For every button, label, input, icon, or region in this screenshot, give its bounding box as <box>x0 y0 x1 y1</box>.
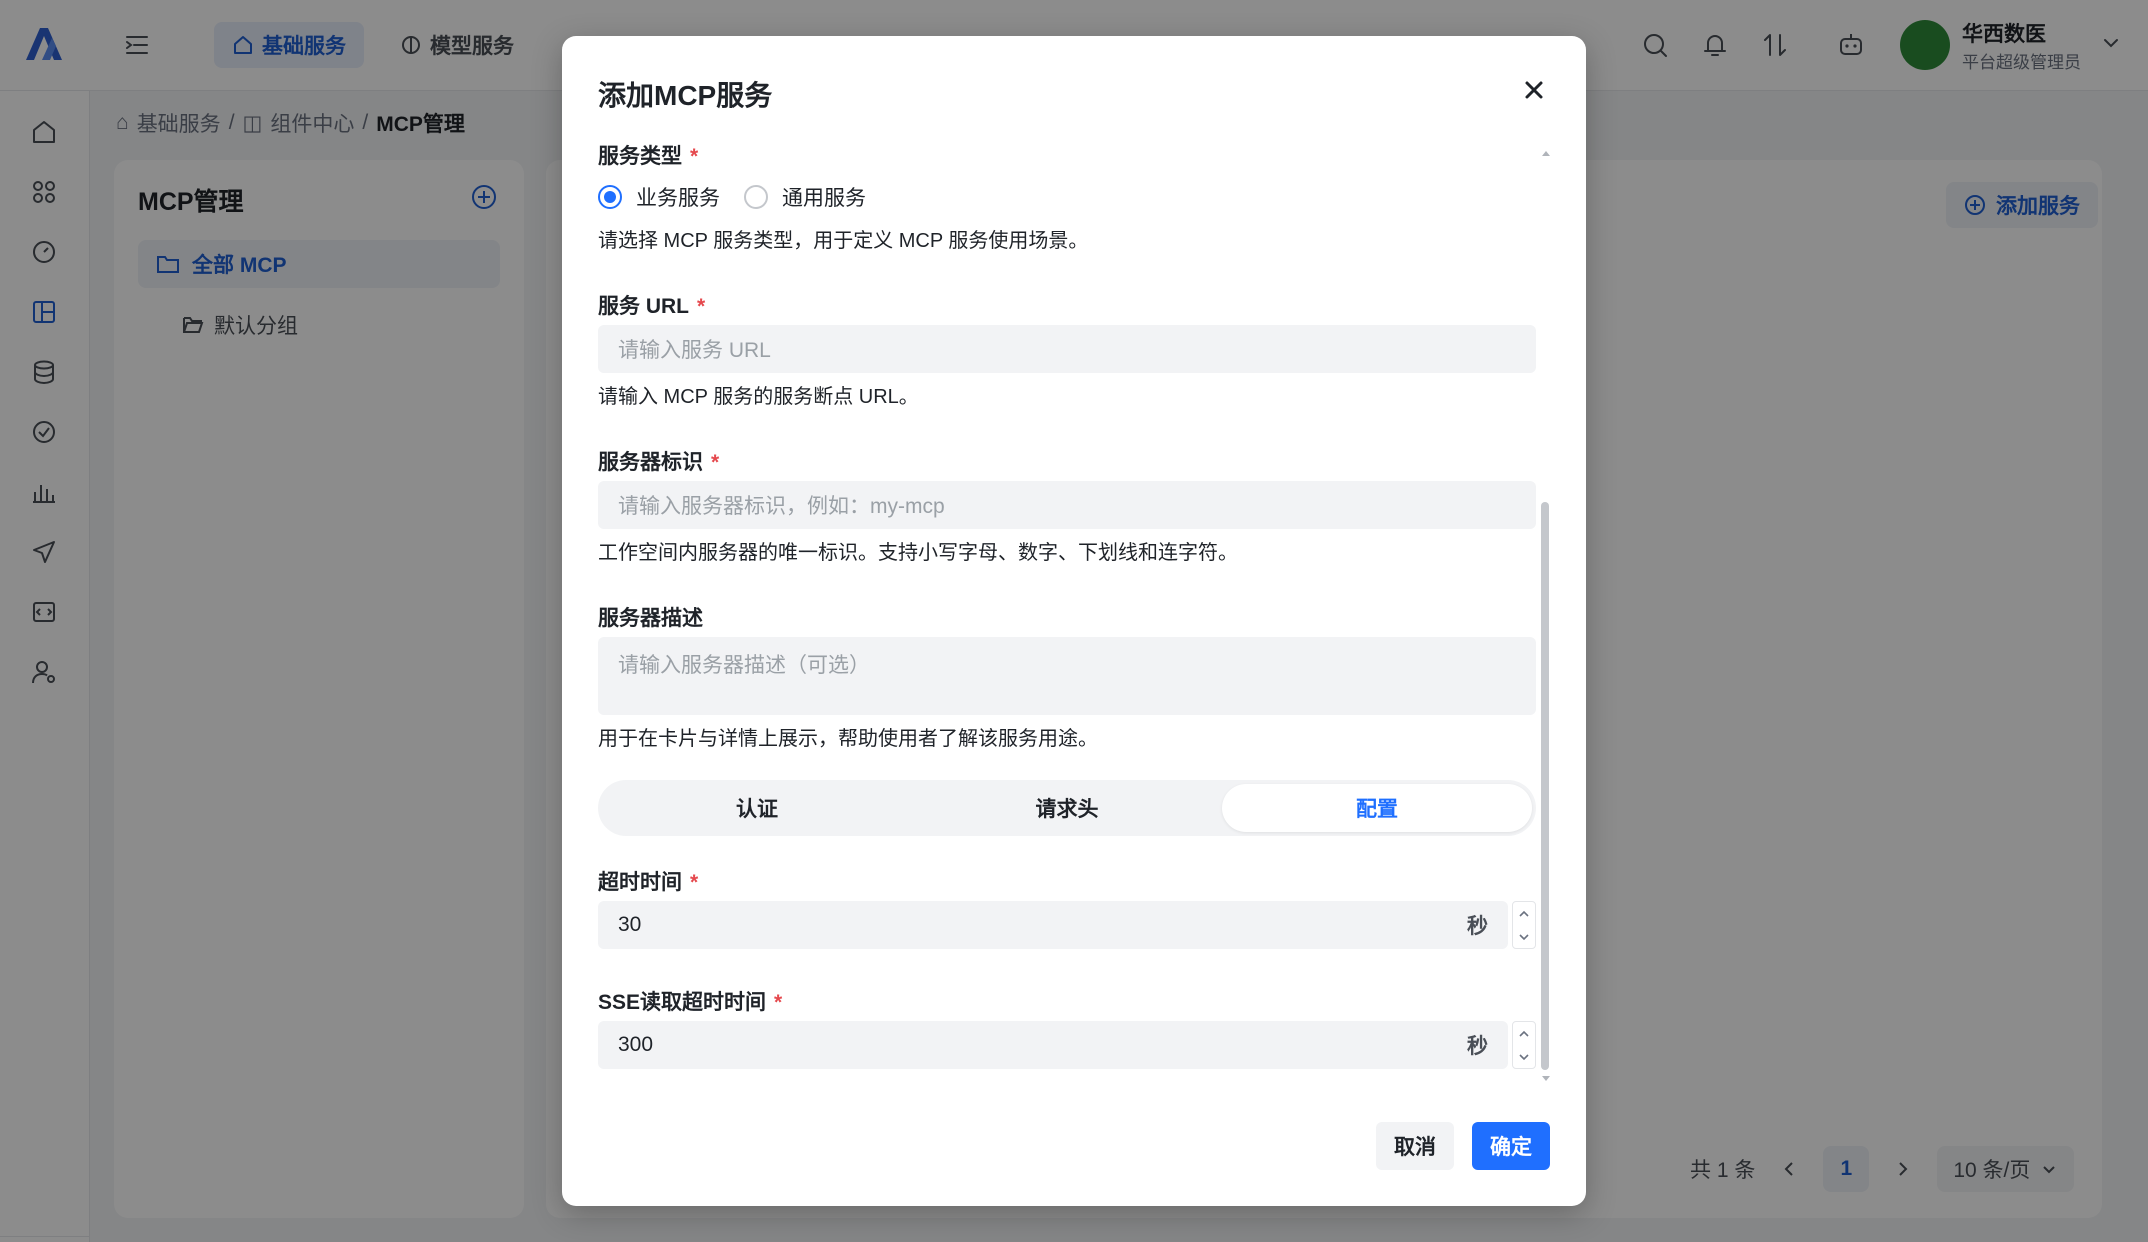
tab-auth[interactable]: 认证 <box>602 784 912 832</box>
config-tabs: 认证 请求头 配置 <box>598 780 1536 836</box>
label-text: 服务 URL <box>598 295 689 318</box>
chevron-up-icon[interactable] <box>1518 909 1530 919</box>
required-mark: * <box>711 451 720 474</box>
label-text: 超时时间 <box>598 871 682 894</box>
sse-timeout-stepper[interactable] <box>1512 1021 1536 1069</box>
input-placeholder: 请输入服务器描述（可选） <box>618 654 870 677</box>
service-url-label: 服务 URL * <box>598 290 705 320</box>
chevron-up-icon[interactable] <box>1518 1029 1530 1039</box>
server-desc-textarea[interactable]: 请输入服务器描述（可选） <box>598 637 1536 715</box>
required-mark: * <box>690 871 699 894</box>
add-mcp-dialog: 添加MCP服务 服务类型 * 业务服务 通用服务 请选择 MCP 服务类型，用于定… <box>562 36 1586 1206</box>
sse-timeout-input[interactable]: 300 秒 <box>598 1021 1508 1069</box>
scrollbar-thumb[interactable] <box>1541 502 1549 1070</box>
server-id-help: 工作空间内服务器的唯一标识。支持小写字母、数字、下划线和连字符。 <box>598 542 1238 564</box>
service-type-label: 服务类型 * <box>598 140 698 170</box>
label-text: 服务器标识 <box>598 451 703 474</box>
tab-config[interactable]: 配置 <box>1222 784 1532 832</box>
unit-suffix: 秒 <box>1467 1035 1488 1058</box>
input-value: 300 <box>618 1033 654 1056</box>
scroll-down-arrow-icon[interactable] <box>1540 1074 1552 1084</box>
input-placeholder: 请输入服务器标识，例如：my-mcp <box>618 495 945 518</box>
radio-business-service[interactable] <box>598 185 622 209</box>
confirm-button[interactable]: 确定 <box>1472 1122 1550 1170</box>
required-mark: * <box>697 295 706 318</box>
required-mark: * <box>774 991 783 1014</box>
server-desc-label: 服务器描述 <box>598 602 703 632</box>
chevron-down-icon[interactable] <box>1518 932 1530 942</box>
label-text: 服务器描述 <box>598 607 703 630</box>
label-text: 服务类型 <box>598 145 682 168</box>
cancel-button[interactable]: 取消 <box>1376 1122 1454 1170</box>
tab-headers[interactable]: 请求头 <box>912 784 1222 832</box>
input-placeholder: 请输入服务 URL <box>618 339 771 362</box>
server-id-label: 服务器标识 * <box>598 446 719 476</box>
service-url-help: 请输入 MCP 服务的服务断点 URL。 <box>598 386 919 408</box>
timeout-stepper[interactable] <box>1512 901 1536 949</box>
close-icon[interactable] <box>1520 76 1548 104</box>
dialog-title: 添加MCP服务 <box>598 80 773 111</box>
service-url-input[interactable]: 请输入服务 URL <box>598 325 1536 373</box>
radio-label[interactable]: 业务服务 <box>636 182 720 212</box>
timeout-label: 超时时间 * <box>598 866 698 896</box>
unit-suffix: 秒 <box>1467 915 1488 938</box>
service-type-radio-group: 业务服务 通用服务 <box>598 182 876 212</box>
label-text: SSE读取超时时间 <box>598 991 767 1014</box>
radio-label[interactable]: 通用服务 <box>782 182 866 212</box>
input-value: 30 <box>618 913 642 936</box>
scroll-up-arrow-icon[interactable] <box>1540 148 1552 158</box>
server-id-input[interactable]: 请输入服务器标识，例如：my-mcp <box>598 481 1536 529</box>
service-type-help: 请选择 MCP 服务类型，用于定义 MCP 服务使用场景。 <box>598 230 1089 252</box>
sse-timeout-label: SSE读取超时时间 * <box>598 986 782 1016</box>
server-desc-help: 用于在卡片与详情上展示，帮助使用者了解该服务用途。 <box>598 728 1098 750</box>
chevron-down-icon[interactable] <box>1518 1052 1530 1062</box>
required-mark: * <box>690 145 699 168</box>
timeout-input[interactable]: 30 秒 <box>598 901 1508 949</box>
radio-general-service[interactable] <box>744 185 768 209</box>
